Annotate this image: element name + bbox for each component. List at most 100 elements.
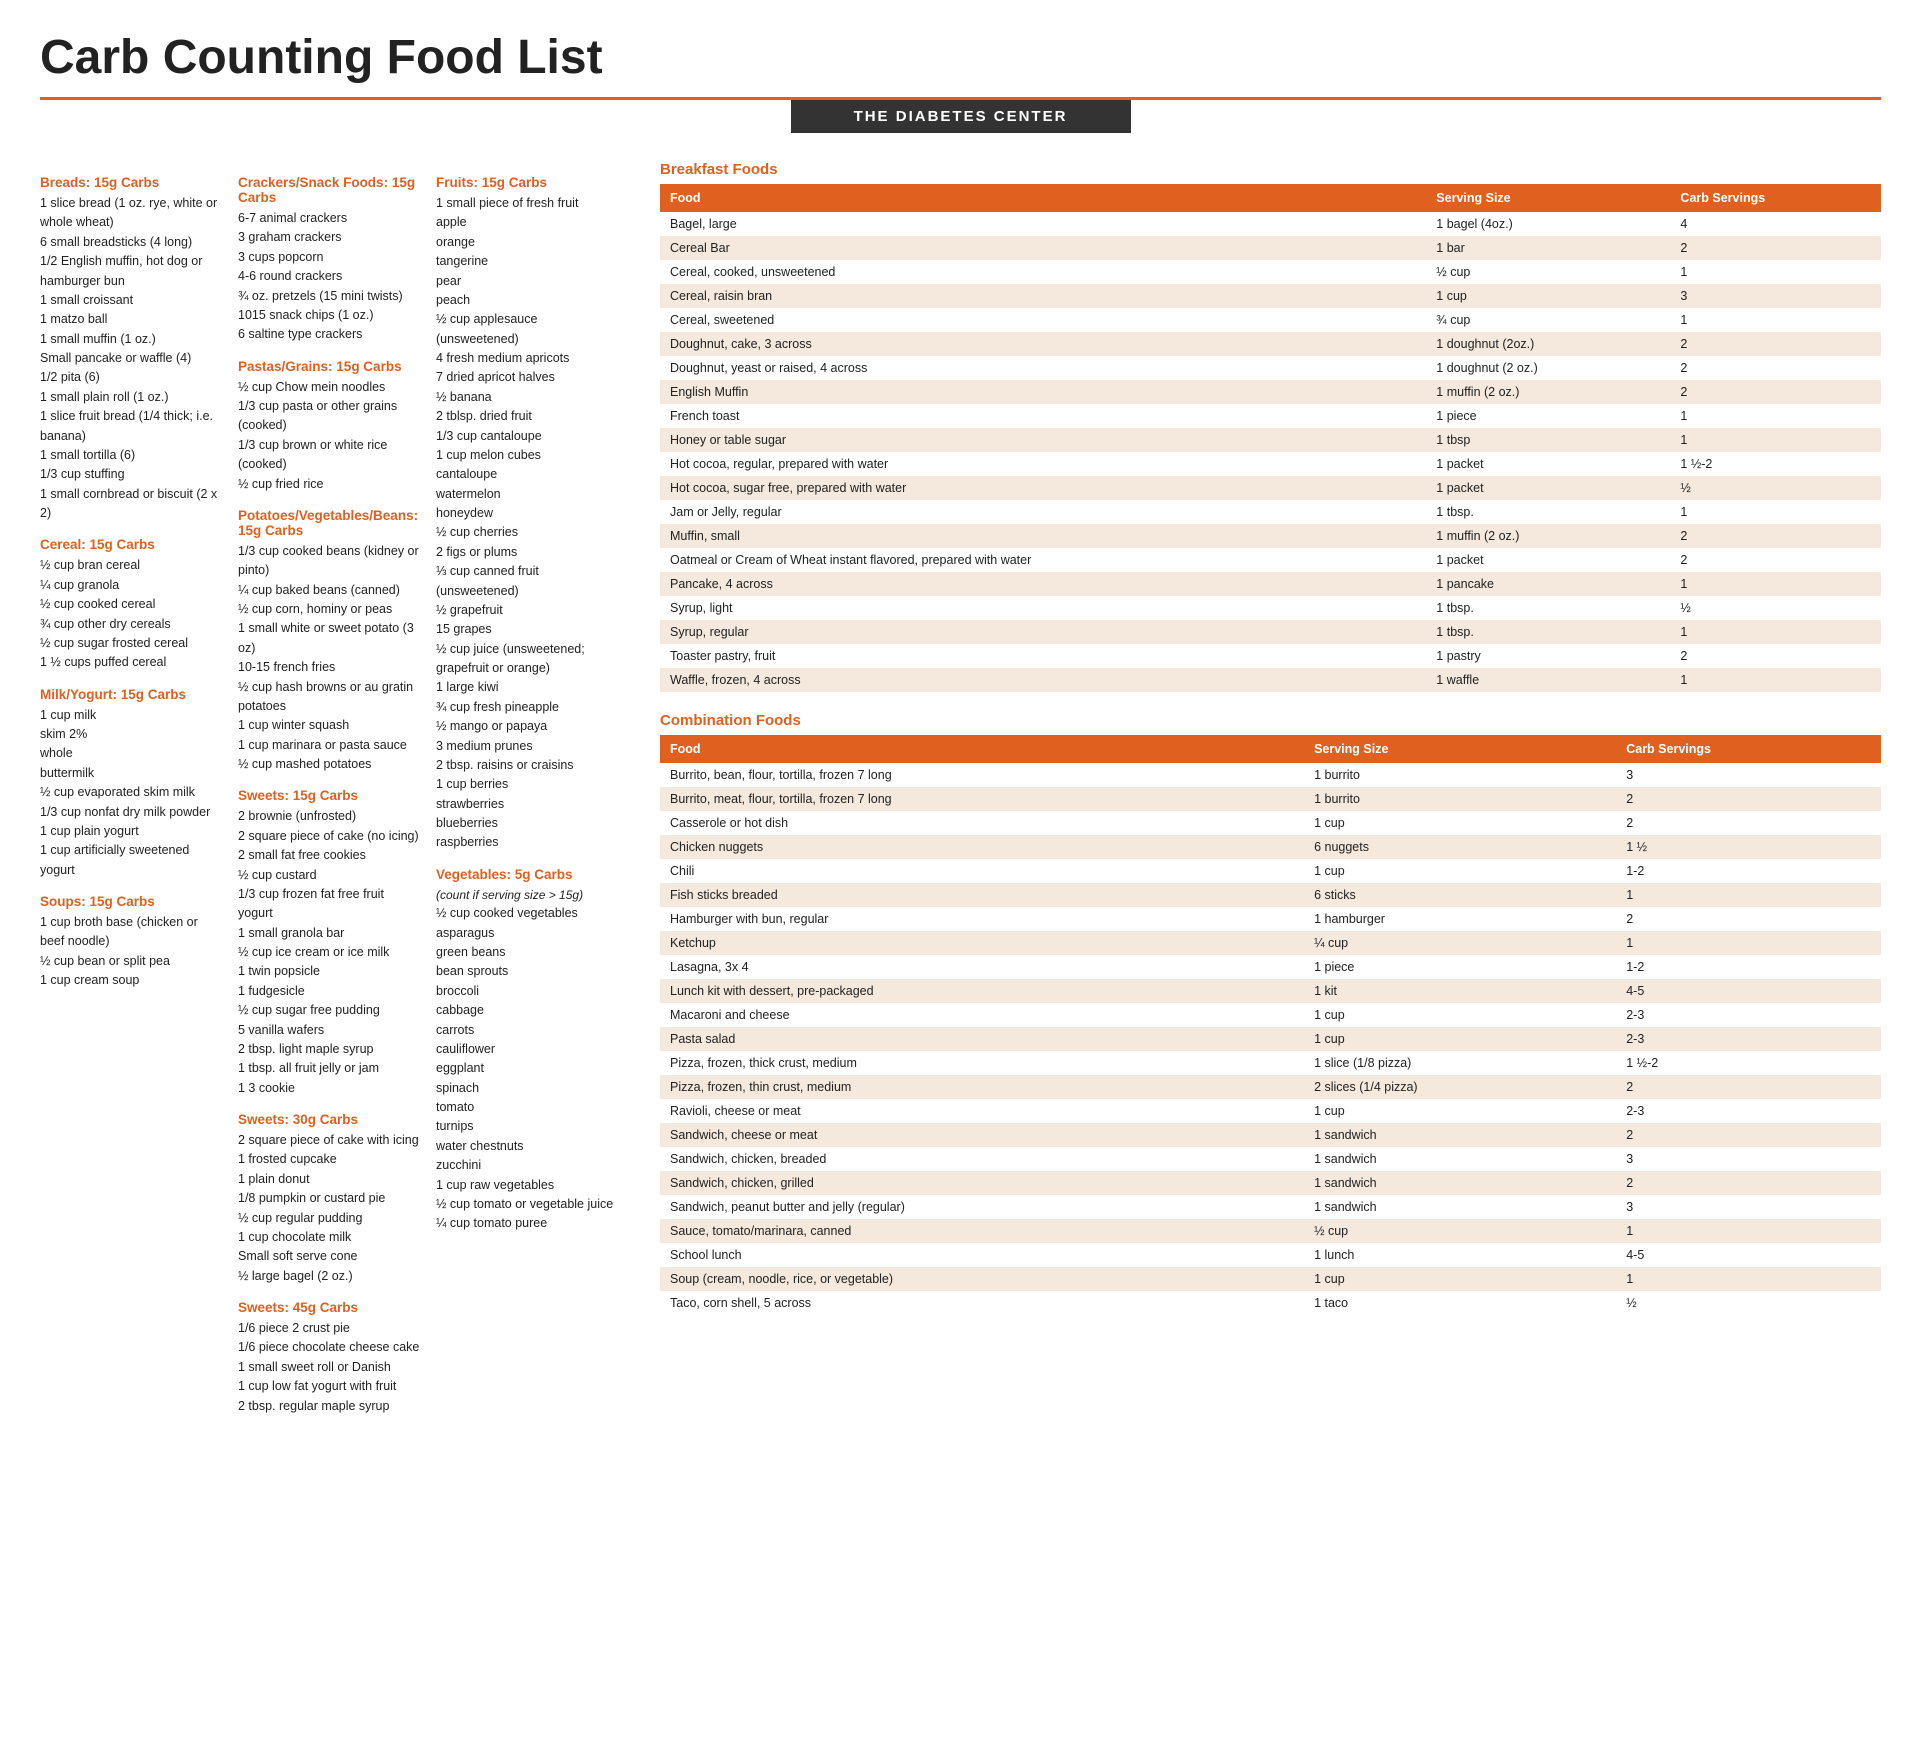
table-cell: 1 muffin (2 oz.) [1426,380,1670,404]
table-cell: Burrito, meat, flour, tortilla, frozen 7… [660,787,1304,811]
table-cell: 1 burrito [1304,763,1616,787]
table-row: Sandwich, chicken, breaded1 sandwich3 [660,1147,1881,1171]
table-cell: 1 [1616,931,1881,955]
list-item: ½ cup fried rice [238,475,422,494]
list-item: 1 3 cookie [238,1079,422,1098]
list-item: Small pancake or waffle (4) [40,349,224,368]
table-cell: Toaster pastry, fruit [660,644,1426,668]
table-row: Jam or Jelly, regular1 tbsp.1 [660,500,1881,524]
section-body-cereal: ½ cup bran cereal ¼ cup granola ½ cup co… [40,556,224,672]
table-cell: 1 slice (1/8 pizza) [1304,1051,1616,1075]
list-item: ¾ oz. pretzels (15 mini twists) [238,287,422,306]
table-cell: 1 [1670,668,1881,692]
list-item: 1 ½ cups puffed cereal [40,653,224,672]
table-cell: Cereal, cooked, unsweetened [660,260,1426,284]
table-row: Cereal, sweetened¾ cup1 [660,308,1881,332]
list-item: ½ large bagel (2 oz.) [238,1267,422,1286]
table-cell: 2-3 [1616,1099,1881,1123]
table-row: Toaster pastry, fruit1 pastry2 [660,644,1881,668]
table-cell: 1 bagel (4oz.) [1426,212,1670,236]
table-row: Soup (cream, noodle, rice, or vegetable)… [660,1267,1881,1291]
list-item: eggplant [436,1059,620,1078]
list-item: orange [436,233,620,252]
list-item: water chestnuts [436,1137,620,1156]
table-cell: 1 packet [1426,476,1670,500]
table-row: Doughnut, cake, 3 across1 doughnut (2oz.… [660,332,1881,356]
table-cell: Syrup, regular [660,620,1426,644]
table-row: Bagel, large1 bagel (4oz.)4 [660,212,1881,236]
table-cell: 3 [1616,1147,1881,1171]
table-row: Syrup, regular1 tbsp.1 [660,620,1881,644]
table-cell: 6 nuggets [1304,835,1616,859]
list-item: 3 cups popcorn [238,248,422,267]
table-row: Pizza, frozen, thin crust, medium2 slice… [660,1075,1881,1099]
table-cell: Cereal Bar [660,236,1426,260]
table-row: Oatmeal or Cream of Wheat instant flavor… [660,548,1881,572]
list-item: 1 cup low fat yogurt with fruit [238,1377,422,1396]
table-cell: Chili [660,859,1304,883]
table-row: Pasta salad1 cup2-3 [660,1027,1881,1051]
subtitle-text: THE DIABETES CENTER [854,108,1068,125]
list-item: 1 small croissant [40,291,224,310]
section-body-potatoes: 1/3 cup cooked beans (kidney or pinto) ¼… [238,542,422,775]
table-cell: School lunch [660,1243,1304,1267]
table-cell: 2 [1670,644,1881,668]
section-body-breads: 1 slice bread (1 oz. rye, white or whole… [40,194,224,523]
list-item: ½ cup cooked cereal [40,595,224,614]
table-cell: 1 [1616,883,1881,907]
list-item: 1/3 cup pasta or other grains (cooked) [238,397,422,436]
table-cell: Muffin, small [660,524,1426,548]
list-item: 2 tbsp. light maple syrup [238,1040,422,1059]
list-item: ½ cup cherries [436,523,620,542]
list-item: 1 cup chocolate milk [238,1228,422,1247]
table-cell: 2 [1670,524,1881,548]
right-panel: Breakfast Foods Food Serving Size Carb S… [640,161,1881,1416]
list-item: 1 slice bread (1 oz. rye, white or whole… [40,194,224,233]
list-item: 3 medium prunes [436,737,620,756]
section-title-cereal: Cereal: 15g Carbs [40,537,224,552]
list-item: carrots [436,1021,620,1040]
table-cell: 1 ½-2 [1616,1051,1881,1075]
table-row: Ketchup¼ cup1 [660,931,1881,955]
section-title-sweets15: Sweets: 15g Carbs [238,788,422,803]
list-item: 1/3 cup cantaloupe [436,427,620,446]
list-item: 1/6 piece chocolate cheese cake [238,1338,422,1357]
col-carb: Carb Servings [1616,735,1881,763]
list-item: 1/8 pumpkin or custard pie [238,1189,422,1208]
list-item: 2 small fat free cookies [238,846,422,865]
table-row: Taco, corn shell, 5 across1 taco½ [660,1291,1881,1315]
list-item: 3 graham crackers [238,228,422,247]
table-cell: 1 sandwich [1304,1123,1616,1147]
list-item: watermelon [436,485,620,504]
list-item: ½ cup custard [238,866,422,885]
list-item: tomato [436,1098,620,1117]
table-cell: ¼ cup [1304,931,1616,955]
section-body-soups: 1 cup broth base (chicken or beef noodle… [40,913,224,991]
table-cell: 1 cup [1426,284,1670,308]
list-item: green beans [436,943,620,962]
list-item: ½ cup regular pudding [238,1209,422,1228]
table-cell: Lasagna, 3x 4 [660,955,1304,979]
table-cell: 2 [1616,1171,1881,1195]
list-item: blueberries [436,814,620,833]
list-item: 1 small granola bar [238,924,422,943]
table-cell: Ketchup [660,931,1304,955]
table-cell: 1 waffle [1426,668,1670,692]
section-title-sweets30: Sweets: 30g Carbs [238,1112,422,1127]
table-cell: 2 [1670,236,1881,260]
left-panel: Breads: 15g Carbs 1 slice bread (1 oz. r… [40,161,640,1416]
list-item: peach [436,291,620,310]
table-row: Pancake, 4 across1 pancake1 [660,572,1881,596]
list-item: 2 figs or plums [436,543,620,562]
table-cell: Honey or table sugar [660,428,1426,452]
table-cell: 1 packet [1426,452,1670,476]
table-row: Lasagna, 3x 41 piece1-2 [660,955,1881,979]
list-item: cauliflower [436,1040,620,1059]
list-item: ½ cup corn, hominy or peas [238,600,422,619]
list-item: ⅓ cup canned fruit (unsweetened) [436,562,620,601]
table-cell: Ravioli, cheese or meat [660,1099,1304,1123]
table-cell: 1 kit [1304,979,1616,1003]
list-item: 1 twin popsicle [238,962,422,981]
col-2: Crackers/Snack Foods: 15g Carbs 6-7 anim… [238,161,436,1416]
list-item: ¾ cup fresh pineapple [436,698,620,717]
